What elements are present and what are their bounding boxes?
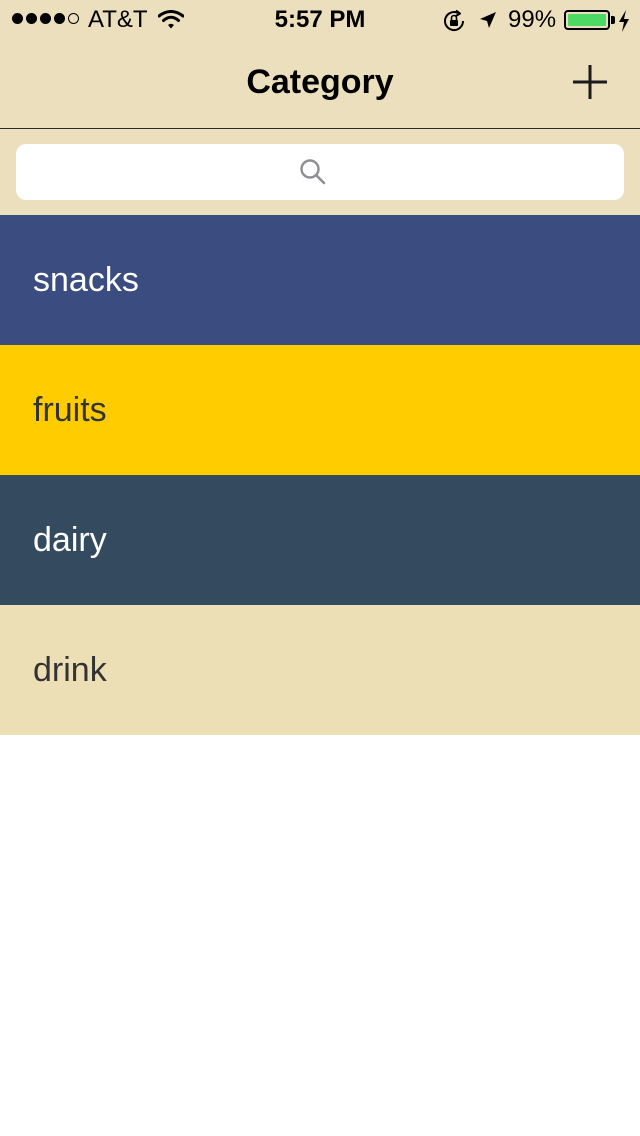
charging-bolt-icon — [619, 10, 629, 32]
plus-icon — [573, 65, 607, 99]
battery-percentage: 99% — [508, 6, 557, 33]
battery-cap — [611, 16, 615, 24]
category-row-snacks[interactable]: snacks — [0, 215, 640, 345]
category-row-fruits[interactable]: fruits — [0, 345, 640, 475]
battery-fill — [568, 14, 606, 26]
orientation-lock-icon — [444, 9, 465, 32]
category-label: fruits — [33, 391, 107, 429]
screen: AT&T 5:57 PM 99% Category snacks fruits … — [0, 0, 640, 1136]
category-label: dairy — [33, 521, 107, 559]
category-list: snacks fruits dairy drink — [0, 215, 640, 735]
page-title: Category — [246, 63, 394, 101]
category-label: snacks — [33, 261, 139, 299]
add-category-button[interactable] — [568, 60, 612, 104]
battery-icon — [564, 10, 610, 30]
status-bar: AT&T 5:57 PM 99% — [0, 0, 640, 40]
search-bar — [0, 129, 640, 215]
category-row-drink[interactable]: drink — [0, 605, 640, 735]
category-row-dairy[interactable]: dairy — [0, 475, 640, 605]
search-input[interactable] — [16, 144, 624, 200]
category-label: drink — [33, 651, 107, 689]
location-arrow-icon — [480, 12, 496, 28]
